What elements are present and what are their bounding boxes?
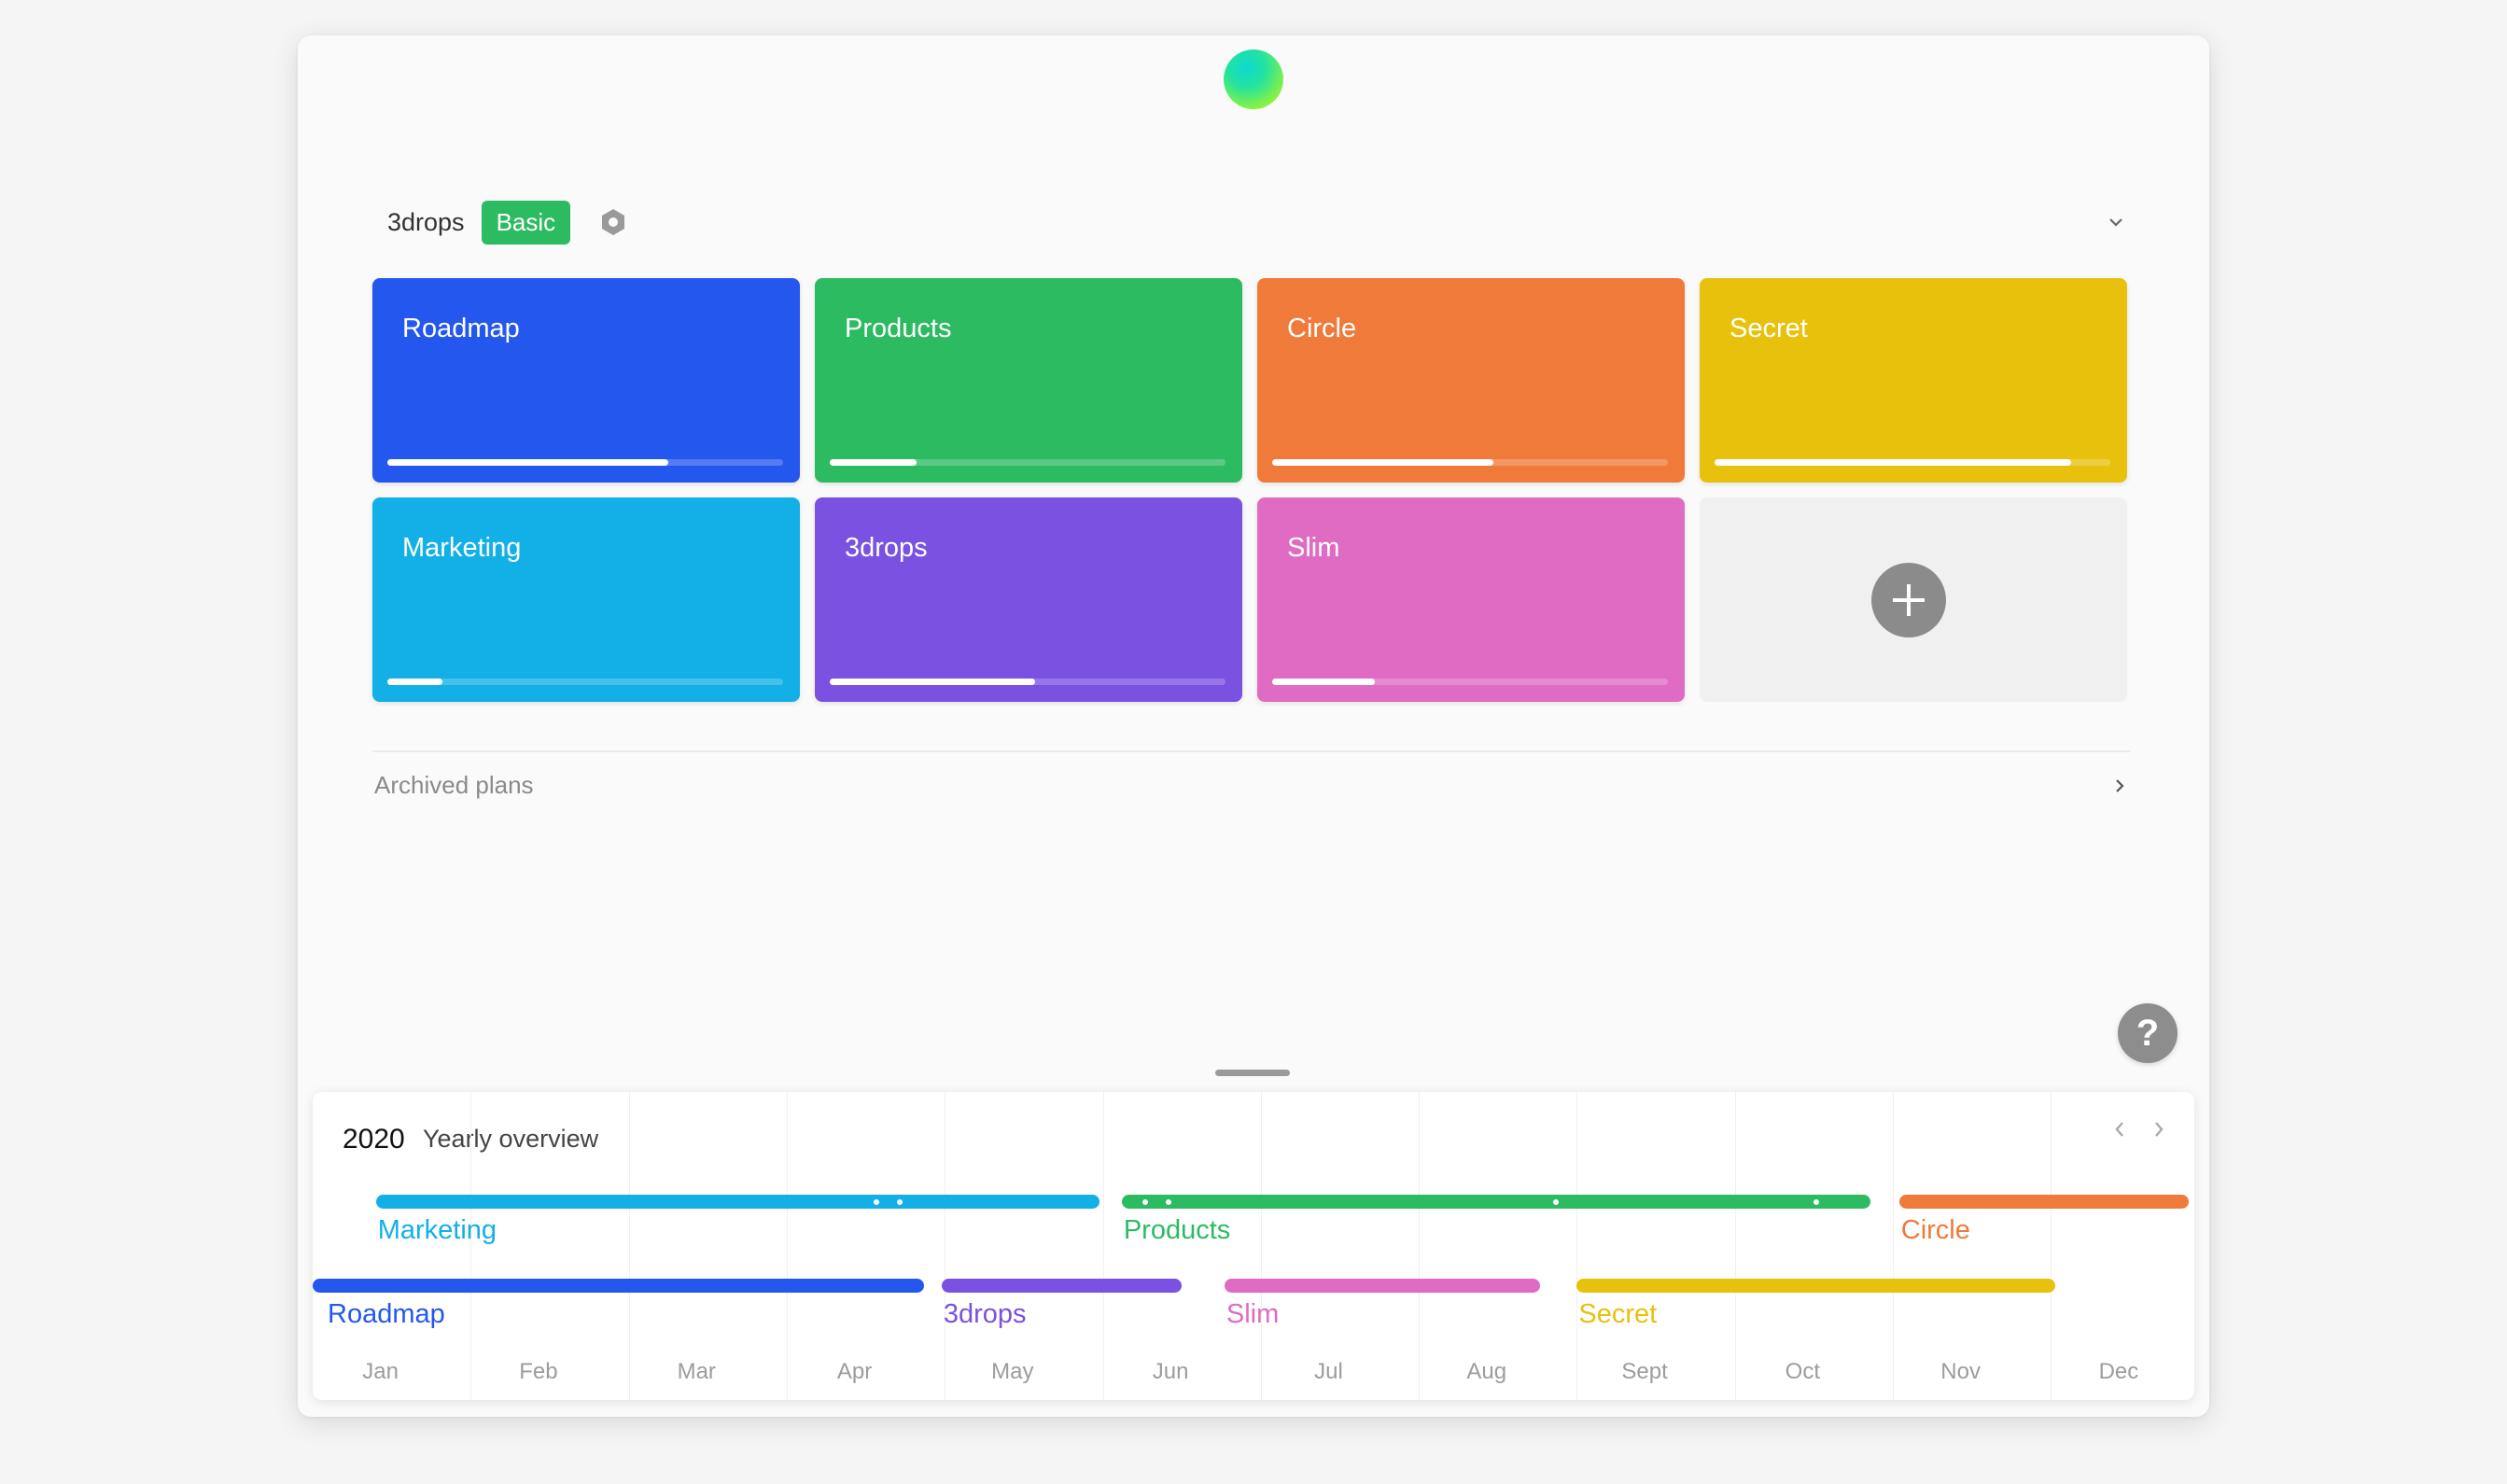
progress-fill bbox=[387, 679, 443, 685]
timeline-bar-label[interactable]: Marketing bbox=[378, 1215, 497, 1246]
resize-handle[interactable] bbox=[1215, 1070, 1290, 1076]
month-label: Nov bbox=[1940, 1359, 1981, 1384]
milestone-dot[interactable] bbox=[1814, 1199, 1820, 1205]
timeline-bar-marketing[interactable] bbox=[375, 1195, 1100, 1209]
progress-fill bbox=[830, 679, 1036, 685]
plans-grid: Roadmap Products Circle Secret Marketing 3dro… bbox=[372, 278, 2127, 702]
progress-track bbox=[1272, 679, 1668, 685]
progress-track bbox=[830, 679, 1225, 685]
plan-card-slim[interactable]: Slim bbox=[1257, 497, 1685, 702]
month-label: Jan bbox=[362, 1359, 399, 1384]
timeline-bar-label[interactable]: Secret bbox=[1578, 1299, 1657, 1330]
progress-track bbox=[387, 459, 783, 466]
plan-card-title: Products bbox=[845, 314, 952, 343]
month-label: Aug bbox=[1466, 1359, 1507, 1384]
timeline-bar-label[interactable]: Roadmap bbox=[328, 1299, 445, 1330]
milestone-dot[interactable] bbox=[897, 1199, 903, 1205]
timeline-year: 2020 bbox=[343, 1124, 405, 1155]
yearly-overview-panel: 2020 Yearly overview Jan Feb Mar Apr May Jun J… bbox=[313, 1092, 2194, 1400]
plan-card-products[interactable]: Products bbox=[815, 278, 1242, 483]
progress-track bbox=[830, 459, 1225, 466]
month-label: Mar bbox=[677, 1359, 716, 1384]
settings-hex-icon[interactable] bbox=[598, 207, 628, 237]
progress-track bbox=[387, 679, 783, 685]
progress-fill bbox=[1715, 459, 2071, 466]
month-gridline bbox=[2051, 1092, 2052, 1400]
milestone-dot[interactable] bbox=[874, 1199, 879, 1205]
chevron-right-icon[interactable] bbox=[2108, 775, 2131, 797]
plan-card-title: Secret bbox=[1730, 314, 1808, 343]
month-gridline bbox=[1734, 1092, 1736, 1400]
month-gridline bbox=[1893, 1092, 1894, 1400]
month-label: Jul bbox=[1314, 1359, 1343, 1384]
progress-fill bbox=[387, 459, 669, 466]
month-gridline bbox=[786, 1092, 788, 1400]
app-logo bbox=[1224, 49, 1283, 109]
timeline-bar-secret[interactable] bbox=[1576, 1279, 2056, 1293]
plan-card-roadmap[interactable]: Roadmap bbox=[372, 278, 800, 483]
workspace-name[interactable]: 3drops bbox=[387, 208, 465, 237]
month-gridline bbox=[1102, 1092, 1104, 1400]
month-label: Oct bbox=[1785, 1359, 1821, 1384]
plan-card-title: Circle bbox=[1287, 314, 1357, 343]
month-label: Jun bbox=[1152, 1359, 1189, 1384]
month-label: Feb bbox=[519, 1359, 558, 1384]
plan-card-secret[interactable]: Secret bbox=[1700, 278, 2127, 483]
timeline-bar-circle[interactable] bbox=[1898, 1195, 2189, 1209]
month-gridline bbox=[1260, 1092, 1262, 1400]
milestone-dot[interactable] bbox=[1166, 1199, 1172, 1205]
milestone-dot[interactable] bbox=[1553, 1199, 1559, 1205]
timeline-bar-products[interactable] bbox=[1121, 1195, 1871, 1209]
progress-track bbox=[1715, 459, 2110, 466]
chevron-right-icon[interactable] bbox=[2146, 1116, 2172, 1142]
progress-fill bbox=[1272, 679, 1376, 685]
plan-card-title: 3drops bbox=[845, 533, 928, 563]
month-label: Dec bbox=[2098, 1359, 2139, 1384]
plan-card-3drops[interactable]: 3drops bbox=[815, 497, 1242, 702]
month-label: May bbox=[991, 1359, 1034, 1384]
month-gridline bbox=[1419, 1092, 1421, 1400]
milestone-dot[interactable] bbox=[1141, 1199, 1148, 1205]
plus-icon[interactable] bbox=[1871, 563, 1946, 637]
archived-plans-link[interactable]: Archived plans bbox=[374, 771, 534, 800]
plan-card-circle[interactable]: Circle bbox=[1257, 278, 1685, 483]
timeline-bar-slim[interactable] bbox=[1224, 1279, 1541, 1293]
app-window: 3drops Basic Roadmap Products Circle Secret… bbox=[298, 35, 2209, 1417]
plan-card-title: Roadmap bbox=[402, 314, 520, 343]
chevron-left-icon[interactable] bbox=[2107, 1116, 2133, 1142]
month-gridline bbox=[628, 1092, 630, 1400]
timeline-bar-roadmap[interactable] bbox=[313, 1279, 925, 1293]
timeline-bar-label[interactable]: Circle bbox=[1901, 1215, 1970, 1246]
month-label: Sept bbox=[1621, 1359, 1668, 1384]
help-button[interactable]: ? bbox=[2118, 1003, 2178, 1063]
workspace-header: 3drops Basic bbox=[387, 199, 628, 245]
timeline-bar-label[interactable]: 3drops bbox=[944, 1299, 1027, 1330]
month-gridline bbox=[470, 1092, 472, 1400]
chevron-down-icon[interactable] bbox=[2105, 211, 2127, 233]
add-plan-card[interactable] bbox=[1700, 497, 2127, 702]
plan-badge[interactable]: Basic bbox=[481, 200, 571, 245]
timeline-bar-3drops[interactable] bbox=[941, 1279, 1183, 1293]
timeline-title: Yearly overview bbox=[423, 1125, 599, 1153]
divider bbox=[372, 750, 2131, 752]
progress-fill bbox=[1272, 459, 1494, 466]
timeline-bar-label[interactable]: Products bbox=[1124, 1215, 1230, 1246]
month-gridline bbox=[1576, 1092, 1578, 1400]
progress-track bbox=[1272, 459, 1668, 466]
plan-card-marketing[interactable]: Marketing bbox=[372, 497, 800, 702]
progress-fill bbox=[830, 459, 917, 466]
plan-card-title: Marketing bbox=[402, 533, 522, 563]
plan-card-title: Slim bbox=[1287, 533, 1340, 563]
timeline-bar-label[interactable]: Slim bbox=[1226, 1299, 1279, 1330]
month-label: Apr bbox=[836, 1359, 873, 1384]
